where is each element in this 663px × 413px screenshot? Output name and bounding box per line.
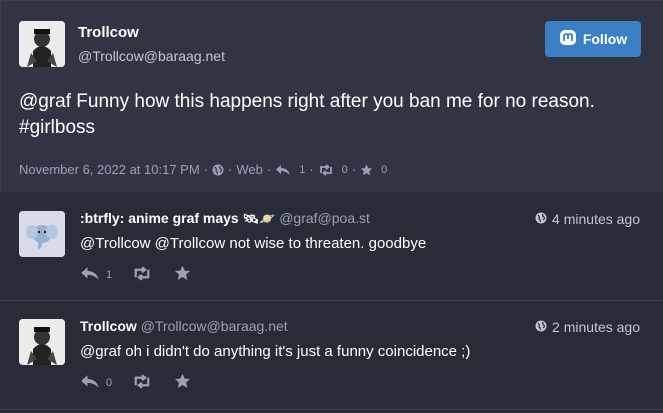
- star-icon: [174, 265, 191, 284]
- reply-actions: 0: [80, 373, 191, 392]
- boost-icon[interactable]: [318, 163, 334, 176]
- reply-icon[interactable]: [275, 164, 291, 176]
- reply-count: 1: [106, 268, 113, 281]
- author-avatar[interactable]: [19, 21, 65, 67]
- reply-count: 0: [106, 376, 113, 389]
- meta-separator: ·: [266, 162, 272, 177]
- visibility-label: Web: [236, 162, 263, 177]
- main-status-card: Trollcow @Trollcow@baraag.net Follow @gr…: [0, 0, 663, 192]
- reply-card: Trollcow @Trollcow@baraag.net 2 minutes …: [0, 301, 663, 409]
- reply-timestamp[interactable]: 4 minutes ago: [535, 211, 640, 227]
- status-date[interactable]: November 6, 2022 at 10:17 PM: [19, 162, 200, 177]
- meta-separator: ·: [351, 162, 357, 177]
- reply-author[interactable]: Trollcow @Trollcow@baraag.net: [80, 318, 288, 334]
- reply-text: @Trollcow @Trollcow not wise to threaten…: [80, 235, 427, 252]
- favourite-button[interactable]: [174, 373, 191, 392]
- meta-separator: ·: [228, 162, 233, 177]
- meta-separator: ·: [309, 162, 314, 177]
- meta-separator: ·: [203, 162, 209, 177]
- reply-avatar[interactable]: [19, 211, 65, 257]
- globe-icon: [535, 319, 547, 335]
- boost-button[interactable]: [132, 265, 152, 284]
- reply-display-name: Trollcow: [80, 318, 137, 334]
- reply-timestamp[interactable]: 2 minutes ago: [535, 319, 640, 335]
- reply-icon: [80, 374, 100, 392]
- status-meta: November 6, 2022 at 10:17 PM · · Web · 1…: [19, 162, 387, 177]
- boost-icon: [132, 373, 152, 392]
- reply-icon: [80, 266, 100, 284]
- mastodon-icon: [559, 29, 577, 50]
- reply-handle: @Trollcow@baraag.net: [140, 318, 288, 334]
- reply-avatar[interactable]: [19, 319, 65, 365]
- star-icon[interactable]: [360, 164, 373, 176]
- reply-display-name: :btrfly: anime graf mays: [80, 210, 239, 226]
- favourite-button[interactable]: [174, 265, 191, 284]
- reply-time-label: 2 minutes ago: [552, 319, 640, 335]
- globe-icon: [212, 164, 224, 176]
- author-display-name[interactable]: Trollcow: [78, 24, 139, 41]
- reply-count: 1: [299, 163, 306, 176]
- follow-button[interactable]: Follow: [545, 21, 641, 57]
- divider: [0, 409, 663, 410]
- reply-text: @graf oh i didn't do anything it's just …: [80, 343, 471, 360]
- reply-button[interactable]: 1: [80, 266, 112, 284]
- boost-button[interactable]: [132, 373, 152, 392]
- reply-button[interactable]: 0: [80, 374, 112, 392]
- globe-icon: [535, 211, 547, 227]
- boost-icon: [132, 265, 152, 284]
- reply-actions: 1: [80, 265, 191, 284]
- follow-label: Follow: [582, 31, 628, 47]
- boost-count: 0: [341, 163, 348, 176]
- reply-card: :btrfly: anime graf mays 🛰🪐 @graf@poa.st…: [0, 193, 663, 301]
- custom-emoji: 🛰🪐: [242, 211, 276, 226]
- reply-author[interactable]: :btrfly: anime graf mays 🛰🪐 @graf@poa.st: [80, 210, 370, 227]
- reply-handle: @graf@poa.st: [279, 210, 370, 226]
- fav-count: 0: [381, 163, 388, 176]
- reply-time-label: 4 minutes ago: [552, 211, 640, 227]
- star-icon: [174, 373, 191, 392]
- status-text: @graf Funny how this happens right after…: [19, 91, 595, 138]
- author-handle[interactable]: @Trollcow@baraag.net: [78, 48, 225, 64]
